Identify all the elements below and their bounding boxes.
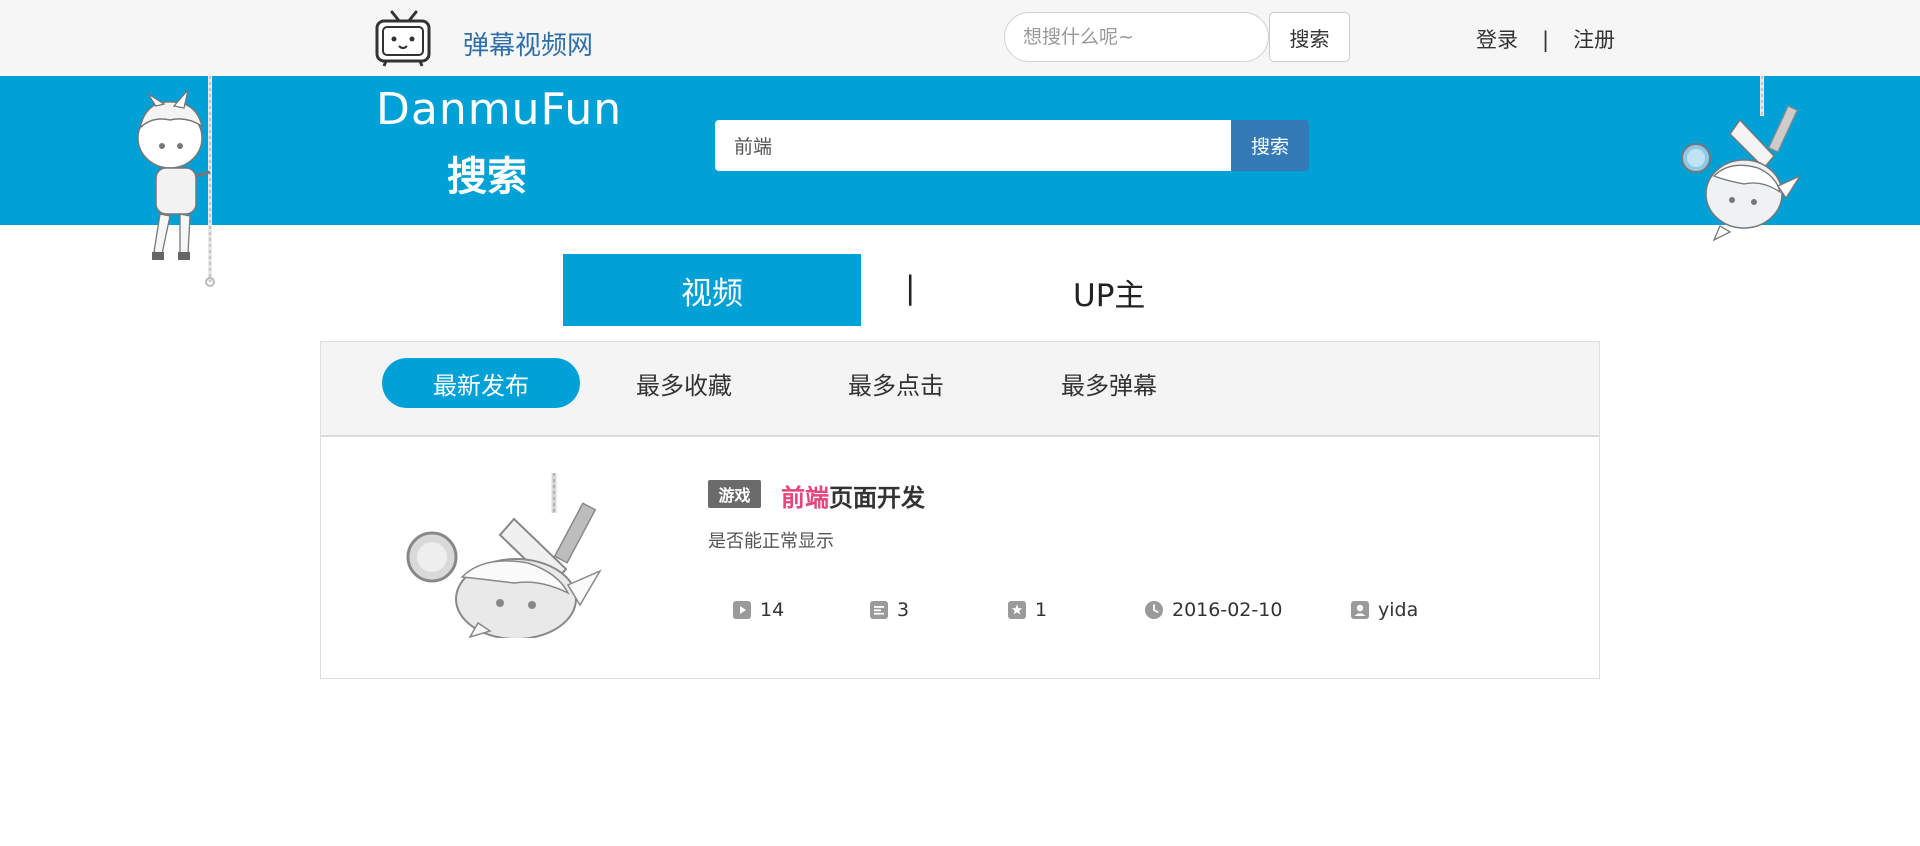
play-count-value: 14: [760, 599, 785, 621]
title-keyword-highlight: 前端: [781, 484, 829, 512]
auth-separator: |: [1542, 28, 1550, 52]
video-title[interactable]: 前端页面开发: [781, 478, 925, 513]
danmaku-icon: [870, 601, 888, 619]
sort-tab-most-favorites[interactable]: 最多收藏: [624, 358, 744, 408]
tv-logo-icon[interactable]: [374, 8, 432, 68]
video-thumbnail-mascot-icon[interactable]: [404, 473, 604, 638]
video-description: 是否能正常显示: [708, 531, 834, 552]
danmaku-count-value: 3: [897, 599, 910, 621]
sort-tab-most-clicks[interactable]: 最多点击: [836, 358, 956, 408]
publish-date-value: 2016-02-10: [1172, 599, 1283, 621]
brand-subtitle: 搜索: [447, 154, 527, 200]
star-icon: [1008, 601, 1026, 619]
brand-wordmark: DanmuFun: [376, 84, 623, 135]
user-icon: [1351, 601, 1369, 619]
uploader-name[interactable]: yida: [1378, 599, 1418, 621]
clock-icon: [1145, 601, 1163, 619]
play-icon: [733, 601, 751, 619]
category-badge[interactable]: 游戏: [708, 480, 761, 508]
danmaku-count: 3: [870, 599, 909, 621]
top-search-input[interactable]: [1004, 12, 1269, 62]
login-link[interactable]: 登录: [1476, 28, 1518, 52]
play-count: 14: [733, 599, 784, 621]
tab-separator: |: [905, 270, 916, 306]
site-name[interactable]: 弹幕视频网: [463, 25, 593, 62]
register-link[interactable]: 注册: [1573, 28, 1615, 52]
main-search-button[interactable]: 搜索: [1231, 120, 1309, 171]
results-panel: 最新发布 最多收藏 最多点击 最多弹幕 游戏 前端页面开发 是否能正常显示 14…: [320, 341, 1600, 679]
mascot-hanging-upside-down-icon: [1681, 76, 1802, 242]
sort-tab-most-danmaku[interactable]: 最多弹幕: [1049, 358, 1169, 408]
top-bar: 弹幕视频网 搜索 登录 | 注册: [0, 0, 1920, 76]
video-result-item[interactable]: 游戏 前端页面开发 是否能正常显示 14 3 1 2016-02-10 yida: [321, 439, 1599, 678]
sort-tab-latest[interactable]: 最新发布: [382, 358, 580, 408]
mascot-climbing-rope-icon: [137, 76, 215, 287]
favorite-count: 1: [1008, 599, 1047, 621]
top-search-button[interactable]: 搜索: [1269, 12, 1350, 62]
sort-bar: 最新发布 最多收藏 最多点击 最多弹幕: [321, 342, 1599, 437]
uploader[interactable]: yida: [1351, 599, 1418, 621]
tab-up[interactable]: UP主: [1073, 270, 1145, 315]
favorite-count-value: 1: [1035, 599, 1048, 621]
auth-links: 登录 | 注册: [1476, 24, 1615, 54]
publish-date: 2016-02-10: [1145, 599, 1282, 621]
title-text: 页面开发: [829, 484, 925, 512]
main-search-input[interactable]: [715, 120, 1231, 171]
tab-video[interactable]: 视频: [563, 254, 861, 326]
